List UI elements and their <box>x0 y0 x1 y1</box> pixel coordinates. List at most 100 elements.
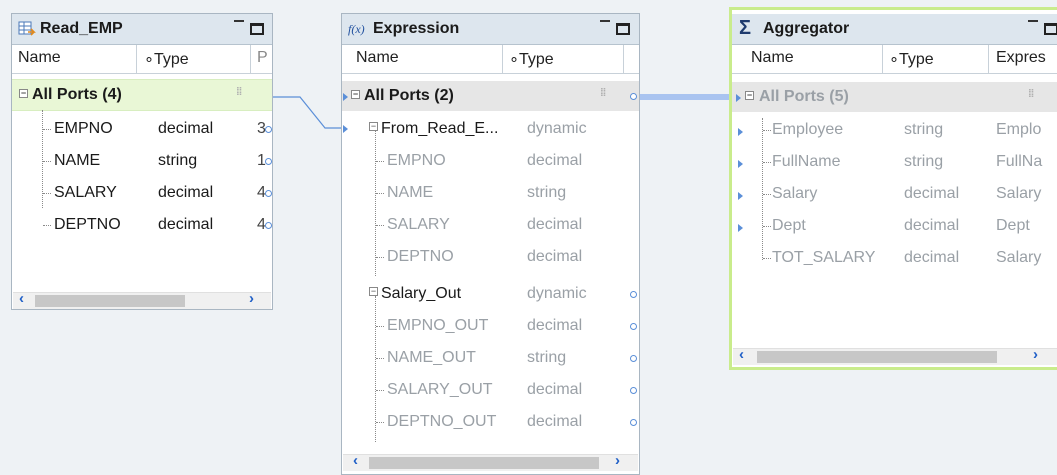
minimize-icon[interactable] <box>600 20 610 24</box>
port-row[interactable]: FullName string FullNa <box>732 146 1057 178</box>
sub-group-row[interactable]: − Salary_Out dynamic <box>342 278 639 310</box>
port-row[interactable]: EMPNO_OUT decimal <box>342 310 639 342</box>
port-name: EMPNO <box>387 152 446 169</box>
port-handle[interactable] <box>265 158 272 165</box>
collapse-icon[interactable]: − <box>369 287 378 296</box>
port-type: decimal <box>158 216 214 233</box>
maximize-icon[interactable] <box>250 23 264 35</box>
input-arrow-icon <box>738 192 743 200</box>
port-type: decimal <box>904 249 960 266</box>
maximize-icon[interactable] <box>1044 23 1057 35</box>
port-row[interactable]: SALARY decimal 4 <box>12 177 272 209</box>
all-ports-group[interactable]: − All Ports (2) ⁞⁞ <box>342 81 639 111</box>
collapse-icon[interactable]: − <box>19 89 28 98</box>
group-label: All Ports (4) <box>32 86 122 103</box>
read-emp-title: Read_EMP <box>40 20 123 37</box>
sub-group-type: dynamic <box>527 120 587 137</box>
scroll-left-icon[interactable]: ‹ <box>353 452 358 469</box>
minimize-icon[interactable] <box>234 20 244 24</box>
port-row[interactable]: DEPTNO_OUT decimal <box>342 406 639 438</box>
port-type: decimal <box>527 152 583 169</box>
read-emp-titlebar[interactable]: Read_EMP <box>12 14 272 45</box>
col-expression-header[interactable]: Expres <box>996 49 1046 67</box>
collapse-icon[interactable]: − <box>745 91 754 100</box>
col-name-header[interactable]: Name <box>751 49 794 67</box>
port-row[interactable]: Employee string Emplo <box>732 114 1057 146</box>
port-handle[interactable] <box>630 291 637 298</box>
group-label: All Ports (5) <box>759 88 849 105</box>
port-type: decimal <box>158 184 214 201</box>
port-name: NAME <box>387 184 434 201</box>
port-row[interactable]: SALARY decimal <box>342 209 639 241</box>
scroll-thumb[interactable] <box>757 351 997 363</box>
port-row[interactable]: EMPNO decimal <box>342 145 639 177</box>
scroll-left-icon[interactable]: ‹ <box>19 290 24 307</box>
port-row[interactable]: NAME string <box>342 177 639 209</box>
read-emp-panel[interactable]: Read_EMP Name ∘Type P − All Ports (4) ⁞⁞… <box>11 13 273 310</box>
port-row[interactable]: DEPTNO decimal <box>342 241 639 273</box>
port-name: DEPTNO_OUT <box>387 413 497 430</box>
port-type: string <box>527 184 567 201</box>
port-handle[interactable] <box>630 93 637 100</box>
all-ports-group[interactable]: − All Ports (5) ⁞⁞ <box>732 82 1057 112</box>
port-expression: Emplo <box>996 121 1042 138</box>
input-arrow-icon <box>738 160 743 168</box>
maximize-icon[interactable] <box>616 23 630 35</box>
port-handle[interactable] <box>630 323 637 330</box>
port-type: decimal <box>527 248 583 265</box>
horizontal-scrollbar[interactable]: ‹ › <box>13 290 271 309</box>
horizontal-scrollbar[interactable]: ‹ › <box>343 452 638 471</box>
port-name: DEPTNO <box>54 216 121 233</box>
expression-panel[interactable]: f(x) Expression Name ∘Type − All Ports (… <box>341 13 640 475</box>
port-name: Dept <box>772 217 806 234</box>
grip-icon: ⁞⁞ <box>236 86 242 98</box>
col-type-header[interactable]: ∘Type <box>144 49 189 69</box>
port-name: SALARY_OUT <box>387 381 493 398</box>
port-handle[interactable] <box>265 222 272 229</box>
port-name: TOT_SALARY <box>772 249 876 266</box>
port-type: decimal <box>527 317 583 334</box>
col-third-header[interactable]: P <box>257 49 268 67</box>
port-expression: Dept <box>996 217 1030 234</box>
horizontal-scrollbar[interactable]: ‹ › <box>733 346 1057 365</box>
port-handle[interactable] <box>630 355 637 362</box>
port-type: string <box>158 152 198 169</box>
scroll-thumb[interactable] <box>369 457 599 469</box>
input-arrow-icon <box>738 128 743 136</box>
col-name-header[interactable]: Name <box>18 49 61 67</box>
table-source-icon <box>18 21 36 36</box>
port-row[interactable]: DEPTNO decimal 4 <box>12 209 272 241</box>
port-handle[interactable] <box>630 387 637 394</box>
port-handle[interactable] <box>630 419 637 426</box>
scroll-thumb[interactable] <box>35 295 185 307</box>
collapse-icon[interactable]: − <box>351 90 360 99</box>
all-ports-group[interactable]: − All Ports (4) ⁞⁞ <box>12 79 272 111</box>
col-type-header[interactable]: ∘Type <box>889 49 934 69</box>
port-row[interactable]: EMPNO decimal 3 <box>12 113 272 145</box>
minimize-icon[interactable] <box>1028 20 1038 24</box>
collapse-icon[interactable]: − <box>369 122 378 131</box>
scroll-left-icon[interactable]: ‹ <box>739 346 744 363</box>
port-row[interactable]: SALARY_OUT decimal <box>342 374 639 406</box>
col-name-header[interactable]: Name <box>356 49 399 67</box>
scroll-right-icon[interactable]: › <box>1033 346 1038 363</box>
port-handle[interactable] <box>265 126 272 133</box>
port-row[interactable]: Salary decimal Salary <box>732 178 1057 210</box>
aggregator-panel[interactable]: Σ Aggregator Name ∘Type Expres − All Por… <box>729 7 1057 370</box>
sub-group-row[interactable]: − From_Read_E... dynamic <box>342 113 639 145</box>
expression-title: Expression <box>373 20 460 37</box>
aggregator-title: Aggregator <box>763 20 850 37</box>
port-name: Salary <box>772 185 818 202</box>
scroll-right-icon[interactable]: › <box>249 290 254 307</box>
scroll-right-icon[interactable]: › <box>615 452 620 469</box>
port-name: Employee <box>772 121 844 138</box>
port-row[interactable]: NAME string 1 <box>12 145 272 177</box>
aggregator-titlebar[interactable]: Σ Aggregator <box>732 14 1057 45</box>
port-row[interactable]: Dept decimal Dept <box>732 210 1057 242</box>
port-handle[interactable] <box>265 190 272 197</box>
expression-titlebar[interactable]: f(x) Expression <box>342 14 639 45</box>
port-row[interactable]: TOT_SALARY decimal Salary <box>732 242 1057 274</box>
col-type-header[interactable]: ∘Type <box>509 49 554 69</box>
port-row[interactable]: NAME_OUT string <box>342 342 639 374</box>
port-name: SALARY <box>387 216 450 233</box>
